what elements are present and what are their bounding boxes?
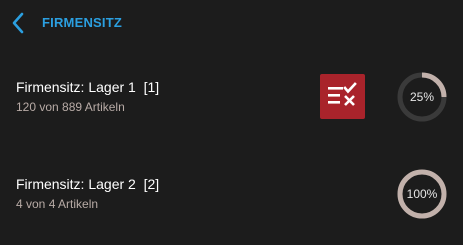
app-header: FIRMENSITZ — [0, 0, 463, 46]
item-title: Firmensitz: Lager 1 [1] — [16, 79, 160, 95]
chevron-left-icon — [12, 12, 24, 34]
progress-ring: 25% — [397, 72, 447, 122]
page-title: FIRMENSITZ — [42, 15, 122, 30]
progress-label: 25% — [409, 90, 435, 104]
back-button[interactable] — [8, 10, 30, 36]
checklist-cancel-icon — [328, 82, 357, 106]
list-item[interactable]: Firmensitz: Lager 1 [1] 120 von 889 Arti… — [0, 60, 463, 134]
item-subtitle: 120 von 889 Artikeln — [16, 100, 125, 114]
item-title: Firmensitz: Lager 2 [2] — [16, 176, 160, 192]
item-subtitle: 4 von 4 Artikeln — [16, 197, 99, 211]
list-item[interactable]: Firmensitz: Lager 2 [2] 4 von 4 Artikeln… — [0, 157, 463, 231]
checklist-action-button[interactable] — [320, 74, 365, 119]
progress-ring: 100% — [397, 169, 447, 219]
progress-label: 100% — [406, 187, 438, 201]
